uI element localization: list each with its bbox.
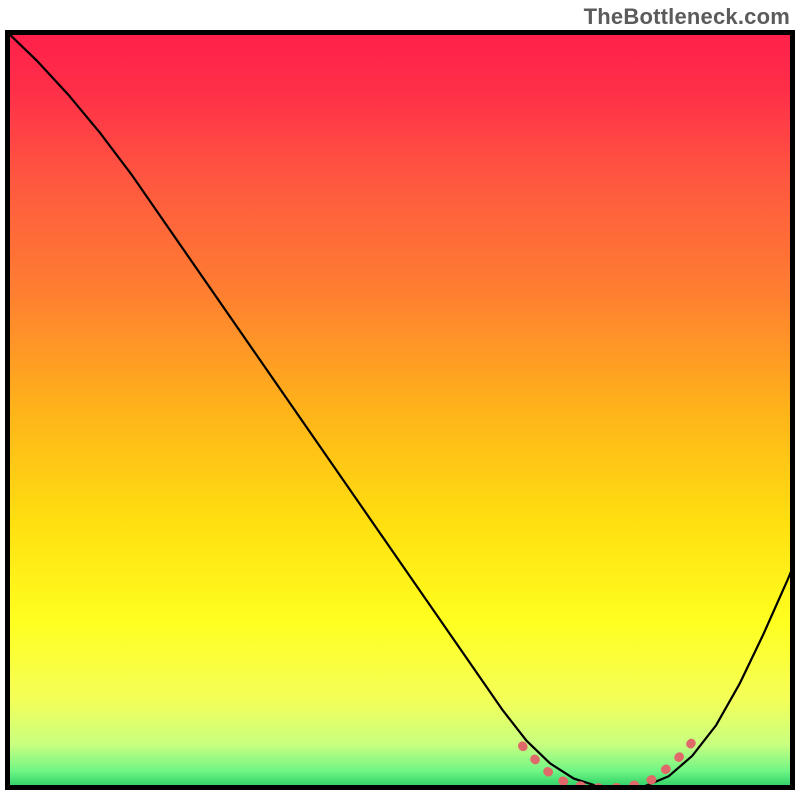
chart-container: TheBottleneck.com (0, 0, 800, 800)
watermark-text: TheBottleneck.com (584, 4, 790, 30)
bottleneck-chart (0, 0, 800, 800)
gradient-background (5, 30, 795, 790)
